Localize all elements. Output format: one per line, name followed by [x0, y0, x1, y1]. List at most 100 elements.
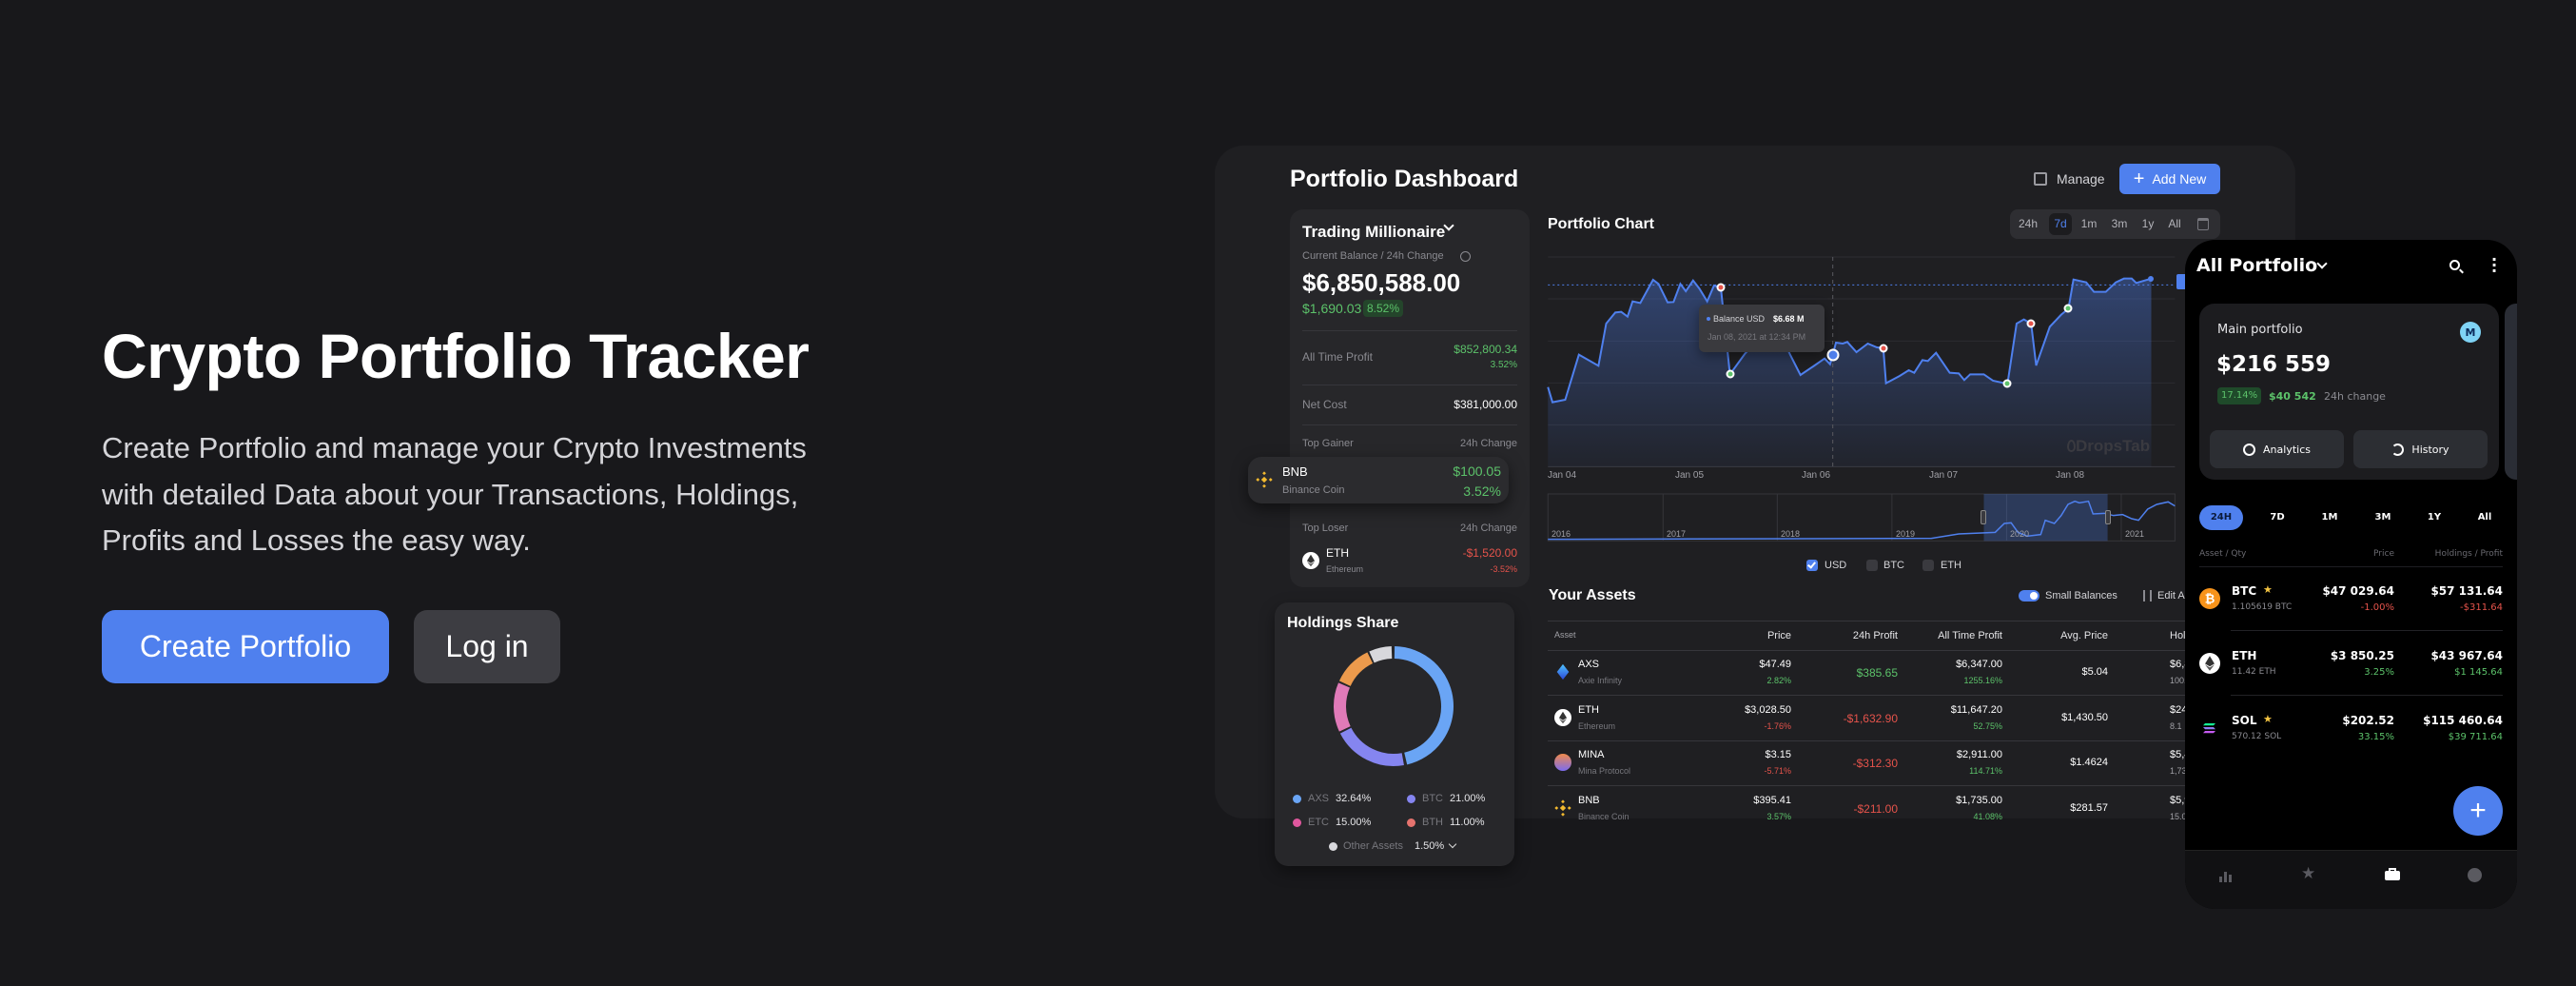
mobile-tab-3m[interactable]: 3M: [2361, 505, 2405, 530]
mobile-asset-qty: 11.42 ETH: [2232, 667, 2276, 677]
asset-all-time-pct: 1255.16%: [1963, 676, 2002, 685]
all-time-profit-value: $852,800.34: [1454, 343, 1517, 356]
check-icon: [1807, 560, 1816, 569]
buy-marker[interactable]: [2002, 379, 2012, 388]
donut-slice-bth[interactable]: [1338, 652, 1374, 687]
chart-tooltip: [1699, 305, 1825, 352]
mobile-tab-all[interactable]: All: [2463, 505, 2507, 530]
other-assets-value: 1.50%: [1415, 840, 1445, 852]
gainer-name: Binance Coin: [1282, 484, 1345, 496]
legend-dot: [1293, 795, 1301, 803]
eth-icon: [1302, 552, 1319, 569]
legend-label: BTH: [1422, 817, 1443, 828]
mobile-tab-1y[interactable]: 1Y: [2412, 505, 2456, 530]
buy-marker[interactable]: [2063, 304, 2073, 313]
series-checkbox-eth[interactable]: [1922, 560, 1934, 571]
column-header[interactable]: All Time Profit: [1938, 631, 2002, 641]
mobile-asset-row[interactable]: [2199, 570, 2503, 627]
nav-chart-icon[interactable]: [2219, 868, 2234, 882]
manage-icon[interactable]: [2034, 172, 2047, 186]
mobile-tab-24h[interactable]: 24H: [2199, 505, 2243, 530]
asset-price: $3.15: [1765, 749, 1791, 760]
portfolio-avatar: M: [2460, 322, 2481, 343]
asset-all-time-pct: 52.75%: [1973, 720, 2002, 731]
gainer-value: $100.05: [1453, 463, 1501, 479]
balance-label: Current Balance / 24h Change: [1302, 250, 1444, 262]
analytics-button[interactable]: Analytics: [2210, 430, 2344, 468]
mobile-asset-row[interactable]: [2199, 700, 2503, 757]
column-header[interactable]: Hol: [2170, 631, 2186, 641]
legend-value: 21.00%: [1450, 793, 1486, 804]
x-axis-label: Jan 07: [1929, 470, 1959, 481]
more-icon[interactable]: · · ·: [2491, 252, 2497, 279]
nav-profile-icon[interactable]: [2468, 868, 2483, 882]
other-assets-label[interactable]: Other Assets: [1343, 841, 1403, 852]
sliders-icon[interactable]: [2143, 590, 2152, 601]
column-header[interactable]: Asset: [1554, 631, 1576, 640]
series-label: USD: [1825, 560, 1847, 571]
all-time-profit-pct: 3.52%: [1490, 360, 1517, 370]
x-axis-label: Jan 04: [1548, 470, 1577, 481]
portfolio-name: Main portfolio: [2217, 323, 2303, 337]
column-header[interactable]: Avg. Price: [2060, 631, 2108, 641]
sell-marker[interactable]: [1879, 344, 1888, 353]
portfolio-change-label: 24h change: [2324, 390, 2386, 403]
balance-change: $1,690.03: [1302, 301, 1362, 316]
asset-name: Axie Infinity: [1578, 676, 1623, 685]
gainer-pct: 3.52%: [1463, 483, 1501, 499]
mina-icon: [1554, 754, 1571, 771]
mobile-title[interactable]: All Portfolio: [2196, 257, 2317, 275]
dashboard-title: Portfolio Dashboard: [1290, 166, 1519, 192]
donut-slice-etc[interactable]: [1334, 682, 1351, 732]
mobile-tab-1m[interactable]: 1M: [2308, 505, 2352, 530]
column-header[interactable]: 24h Profit: [1853, 631, 1898, 641]
search-icon-handle: [2459, 268, 2464, 274]
mobile-asset-row[interactable]: [2199, 635, 2503, 692]
portfolio-selector[interactable]: Trading Millionaire: [1302, 224, 1445, 240]
series-checkbox-btc[interactable]: [1866, 560, 1878, 571]
asset-profit-24h: -$312.30: [1852, 757, 1898, 770]
chevron-down-icon[interactable]: [2316, 258, 2328, 269]
nav-star-icon[interactable]: ★: [2301, 864, 2317, 882]
asset-symbol: AXS: [1578, 659, 1600, 670]
eye-icon[interactable]: [1460, 251, 1471, 262]
history-button[interactable]: History: [2353, 430, 2488, 468]
buy-marker[interactable]: [1726, 369, 1735, 379]
navigator-right-handle[interactable]: [2105, 510, 2111, 524]
sell-marker[interactable]: [1716, 283, 1726, 292]
tooltip-value: $6.68 M: [1773, 314, 1805, 324]
small-balances-toggle[interactable]: [2019, 590, 2039, 601]
star-icon[interactable]: ★: [2263, 584, 2273, 595]
add-transaction-fab[interactable]: +: [2453, 786, 2503, 836]
star-icon[interactable]: ★: [2263, 714, 2273, 724]
mobile-tab-7d[interactable]: 7D: [2255, 505, 2299, 530]
next-portfolio-card-peek[interactable]: [2505, 304, 2517, 480]
change-column-label: 24h Change: [1460, 523, 1517, 534]
mobile-asset-pct: -1.00%: [2360, 602, 2394, 613]
manage-button[interactable]: Manage: [2057, 172, 2105, 186]
asset-profit-24h: $385.65: [1856, 666, 1898, 680]
donut-slice-other[interactable]: [1369, 646, 1393, 663]
column-header[interactable]: Price: [1767, 631, 1791, 641]
asset-all-time: $6,347.00: [1956, 659, 2002, 670]
asset-price-pct: -1.76%: [1764, 720, 1791, 731]
navigator-year-label: 2020: [2010, 529, 2030, 539]
sell-marker[interactable]: [2026, 319, 2036, 328]
loser-symbol: ETH: [1326, 546, 1349, 560]
edit-assets-button[interactable]: Edit A: [2157, 591, 2185, 601]
donut-slice-axs[interactable]: [1394, 646, 1454, 765]
asset-price: $3,028.50: [1745, 703, 1791, 716]
balance-value: $6,850,588.00: [1302, 268, 1461, 297]
asset-price: $47.49: [1759, 659, 1791, 670]
small-balances-label: Small Balances: [2045, 590, 2117, 601]
series-checkbox-usd[interactable]: [1806, 560, 1818, 571]
navigator-left-handle[interactable]: [1981, 510, 1986, 524]
search-icon[interactable]: [2449, 260, 2460, 270]
bnb-icon: [1554, 799, 1571, 817]
nav-briefcase-icon[interactable]: [2385, 868, 2400, 882]
axs-icon: [1554, 663, 1571, 680]
donut-slice-btc[interactable]: [1339, 727, 1404, 766]
balance-area: [1548, 278, 2152, 467]
asset-all-time: $2,911.00: [1956, 749, 2002, 760]
plus-icon: +: [2469, 795, 2487, 826]
